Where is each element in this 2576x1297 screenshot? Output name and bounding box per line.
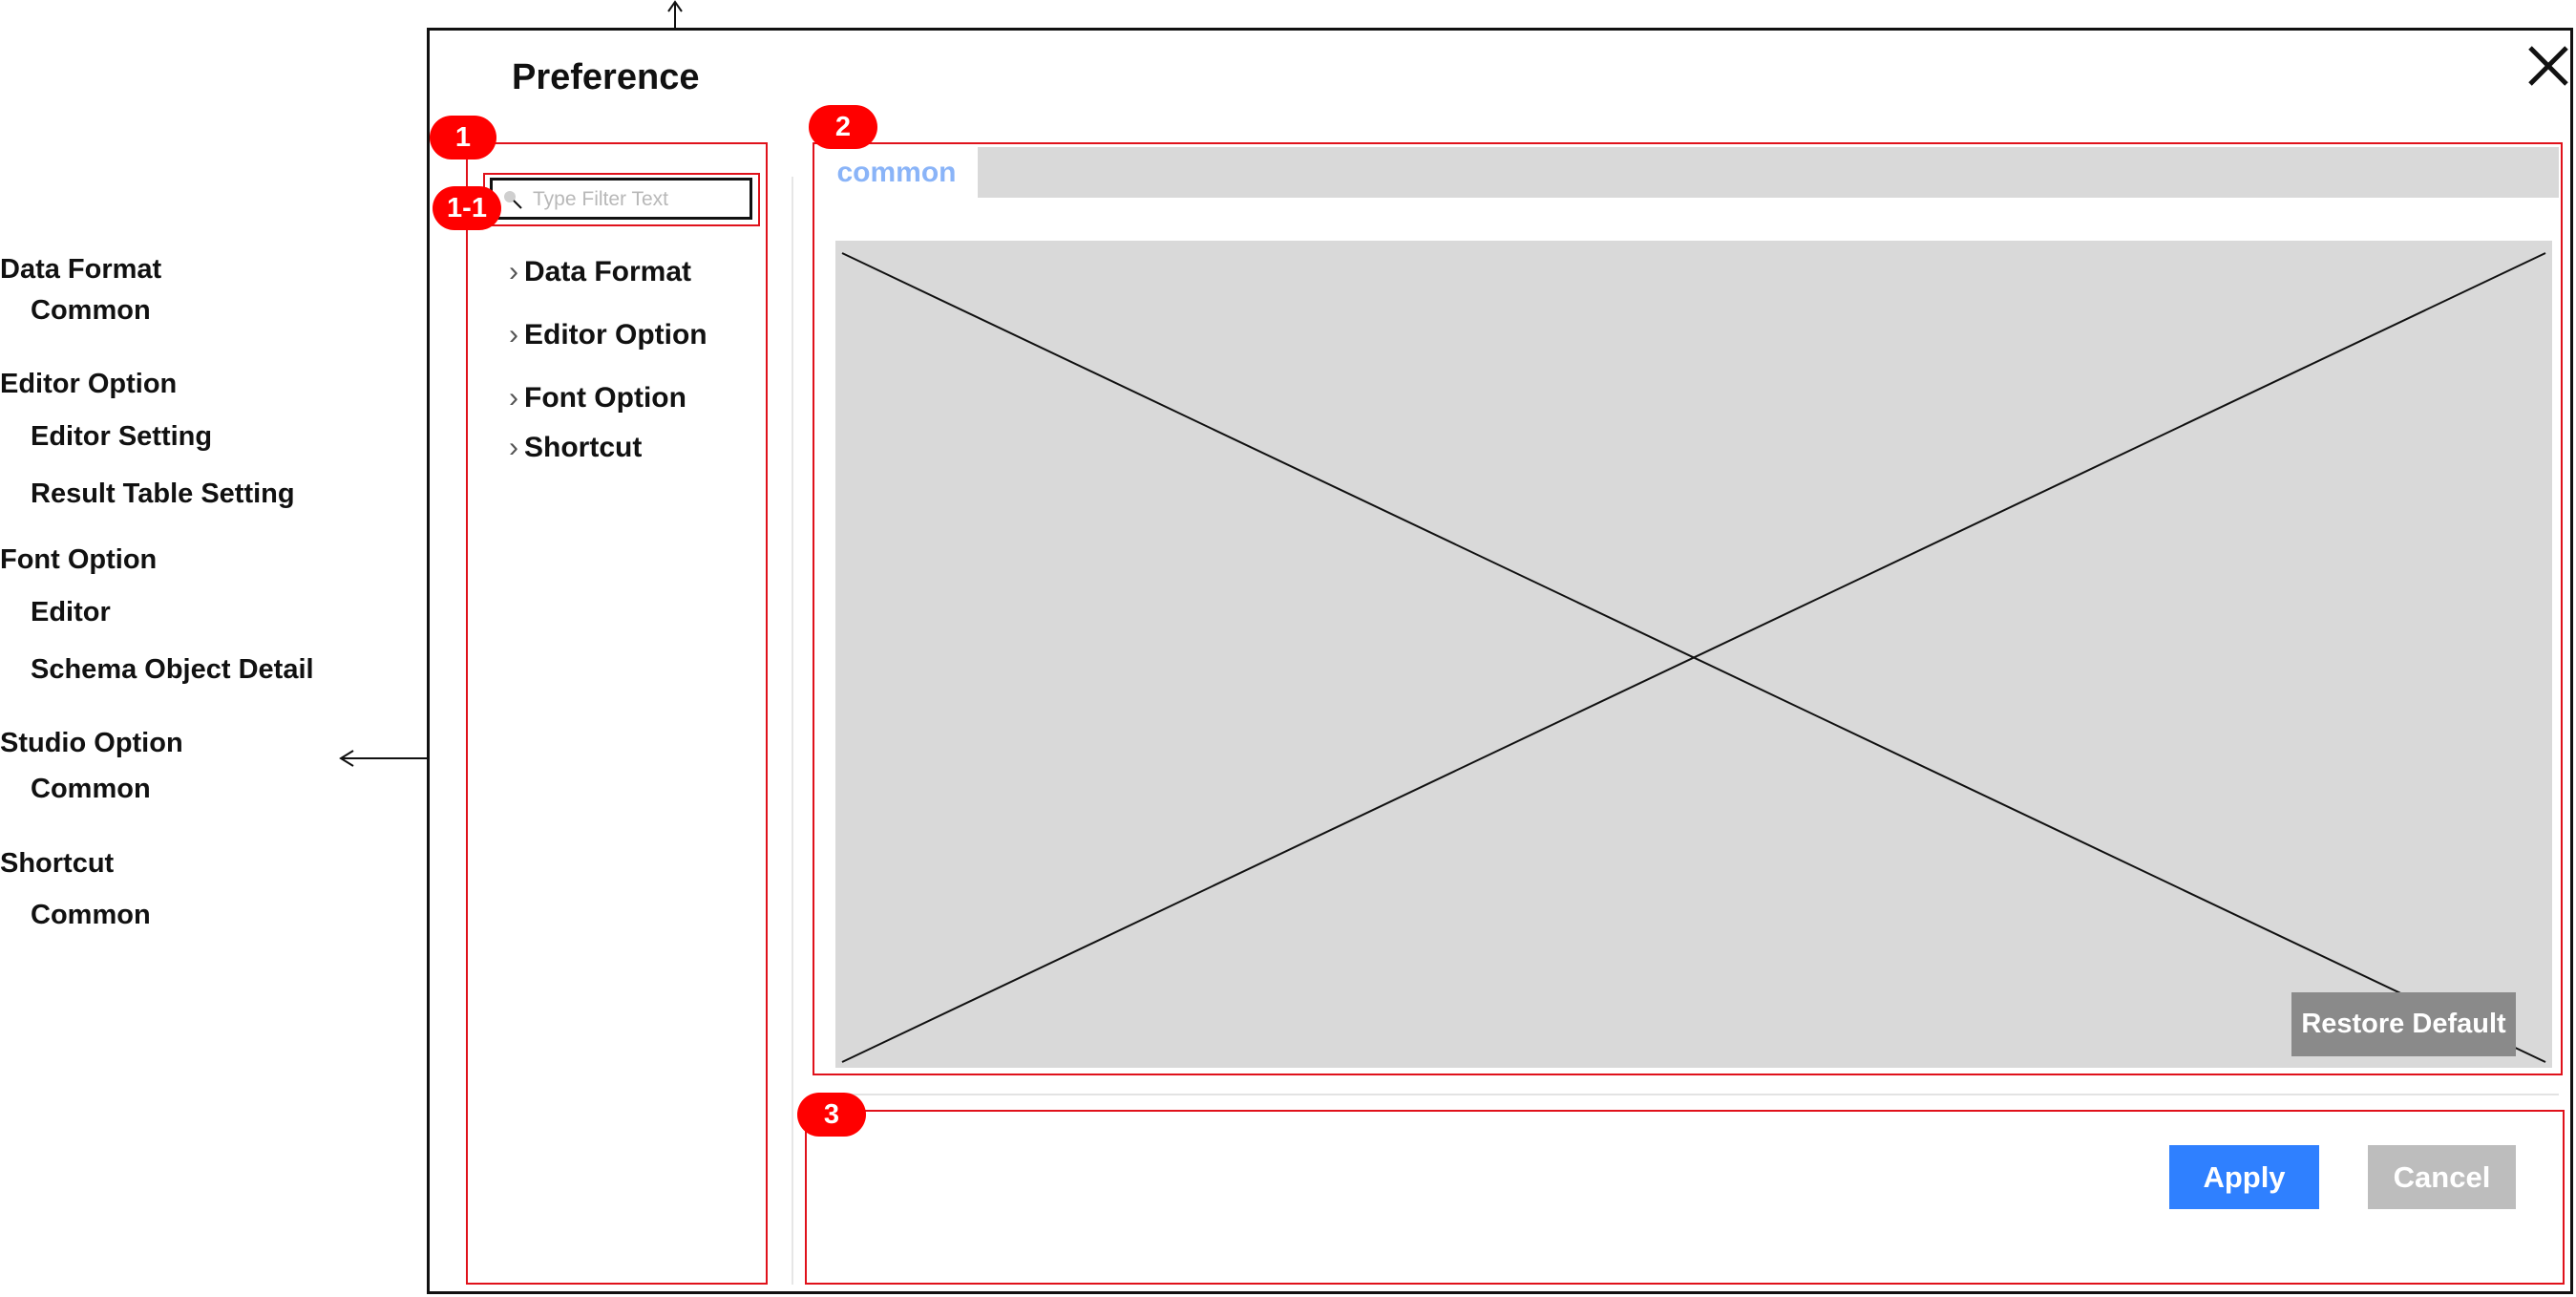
tree-item-data-format[interactable]: › Data Format xyxy=(509,258,691,287)
content-placeholder xyxy=(835,241,2552,1068)
footer-separator xyxy=(814,1094,2559,1095)
dialog-title: Preference xyxy=(512,57,700,97)
region-1-tree-panel xyxy=(466,142,768,1285)
chevron-right-icon: › xyxy=(509,256,518,287)
tree-item-label: Shortcut xyxy=(524,432,643,463)
preference-dialog: Preference Type Filter Text › Data Format… xyxy=(427,28,2573,1294)
tab-strip xyxy=(978,147,2559,198)
apply-button[interactable]: Apply xyxy=(2169,1145,2319,1209)
tree-item-editor-option[interactable]: › Editor Option xyxy=(509,321,707,350)
chevron-right-icon: › xyxy=(509,319,518,351)
cancel-button[interactable]: Cancel xyxy=(2368,1145,2516,1209)
placeholder-cross xyxy=(841,252,2546,1063)
chevron-right-icon: › xyxy=(509,382,518,414)
tab-common[interactable]: common xyxy=(815,147,978,198)
badge-region-3: 3 xyxy=(797,1093,866,1137)
search-icon xyxy=(502,189,523,215)
badge-region-2: 2 xyxy=(809,105,877,149)
tree-item-shortcut[interactable]: › Shortcut xyxy=(509,434,642,462)
tree-item-label: Font Option xyxy=(524,382,686,414)
tree-item-label: Data Format xyxy=(524,256,692,287)
close-icon[interactable] xyxy=(2526,44,2570,88)
pane-divider xyxy=(792,177,793,1285)
badge-region-1: 1 xyxy=(430,116,496,159)
tree-item-font-option[interactable]: › Font Option xyxy=(509,384,686,413)
chevron-right-icon: › xyxy=(509,432,518,463)
filter-input[interactable]: Type Filter Text xyxy=(490,178,752,220)
filter-placeholder: Type Filter Text xyxy=(533,188,668,210)
tree-item-label: Editor Option xyxy=(524,319,707,351)
restore-default-button[interactable]: Restore Default xyxy=(2291,992,2516,1056)
badge-region-1-1: 1-1 xyxy=(433,186,501,230)
